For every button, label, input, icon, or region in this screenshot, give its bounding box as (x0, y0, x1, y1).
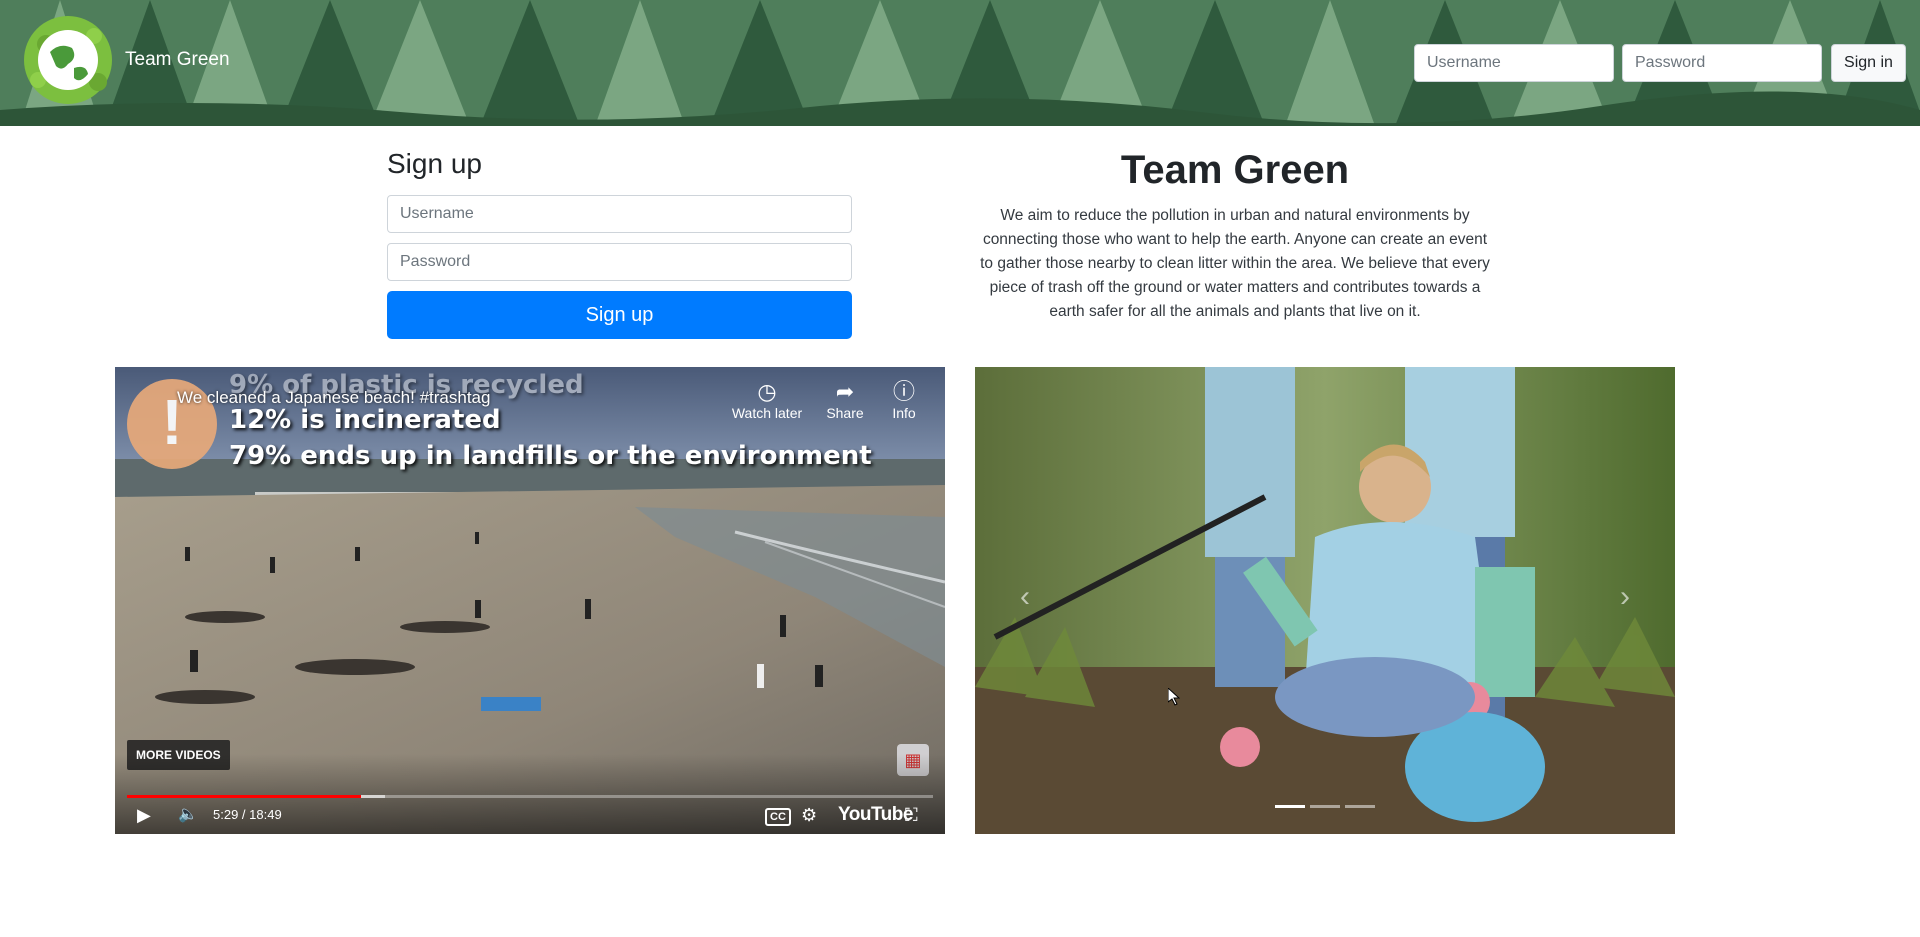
carousel-indicator[interactable] (1345, 805, 1375, 808)
captions-button[interactable]: CC (765, 808, 791, 826)
video-overlay-line: 12% is incinerated (229, 405, 501, 435)
watch-later-label: Watch later (731, 405, 803, 421)
settings-gear-icon[interactable]: ⚙ (801, 803, 817, 827)
share-icon: ➦ (835, 379, 855, 404)
video-progress-fill (127, 795, 361, 798)
globe-logo-icon[interactable] (16, 14, 120, 106)
mouse-cursor-icon (1168, 688, 1180, 706)
watch-later-button[interactable]: ◷ Watch later (727, 379, 807, 421)
info-label: Info (892, 405, 916, 421)
fullscreen-icon[interactable]: ⛶ (905, 803, 918, 827)
video-progress-bar[interactable] (127, 795, 933, 798)
youtube-video-player[interactable]: 9% of plastic is recycled 12% is inciner… (115, 367, 945, 834)
video-time: 5:29 / 18:49 (213, 807, 282, 822)
carousel-next-chevron-icon[interactable]: › (1605, 577, 1645, 617)
share-label: Share (826, 405, 864, 421)
video-title[interactable]: We cleaned a Japanese beach! #trashtag (177, 388, 490, 408)
info-icon: ⓘ (892, 379, 915, 404)
signup-title: Sign up (387, 148, 482, 179)
video-overlay-line: 79% ends up in landfills or the environm… (229, 441, 872, 471)
signin-button[interactable]: Sign in (1831, 44, 1906, 82)
volunteers-photo (975, 367, 1675, 834)
header-password-input[interactable] (1622, 44, 1822, 82)
youtube-logo[interactable]: YouTube (838, 803, 913, 827)
about-title: Team Green (1120, 148, 1350, 192)
header-username-input[interactable] (1414, 44, 1614, 82)
signup-username-input[interactable] (387, 195, 852, 233)
site-header: Team Green Sign in (0, 0, 1920, 126)
image-carousel[interactable]: ‹ › (975, 367, 1675, 834)
about-description: We aim to reduce the pollution in urban … (980, 207, 1490, 320)
carousel-indicator[interactable] (1310, 805, 1340, 808)
brand-name[interactable]: Team Green (125, 49, 230, 71)
signup-password-input[interactable] (387, 243, 852, 281)
signup-button[interactable]: Sign up (387, 291, 852, 339)
play-icon[interactable]: ▶ (137, 803, 151, 827)
clock-icon: ◷ (757, 379, 777, 404)
share-button[interactable]: ➦ Share (815, 379, 875, 421)
carousel-indicator[interactable] (1275, 805, 1305, 808)
carousel-prev-chevron-icon[interactable]: ‹ (1005, 577, 1045, 617)
volume-icon[interactable]: 🔈 (178, 803, 198, 827)
info-button[interactable]: ⓘ Info (879, 379, 929, 421)
